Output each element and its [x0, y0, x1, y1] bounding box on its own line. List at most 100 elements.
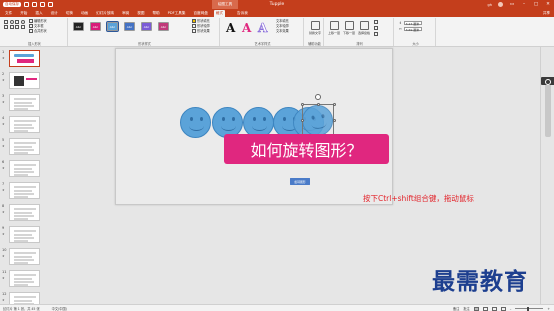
tell-me-search[interactable]: 告诉我	[237, 10, 248, 17]
slide-thumbnail-row[interactable]: 3 ★	[0, 93, 47, 115]
tab-3[interactable]: 设计	[49, 10, 60, 17]
autosave-toggle[interactable]: 自动保存	[3, 2, 21, 7]
slideshow-icon[interactable]	[48, 2, 53, 7]
tab-2[interactable]: 插入	[33, 10, 44, 17]
smiley-shape[interactable]	[180, 107, 211, 138]
slide-thumbnail-row[interactable]: 12 ★	[0, 291, 47, 304]
slide-thumbnail-row[interactable]: 5 ★	[0, 137, 47, 159]
side-panel-tab[interactable]	[541, 77, 554, 85]
redo-icon[interactable]	[40, 2, 45, 7]
ribbon-options-icon[interactable]: ▭	[509, 2, 515, 7]
send-backward-button[interactable]: 下移一层	[342, 21, 356, 35]
shape-style-swatch[interactable]: Abc	[106, 21, 119, 32]
maximize-button[interactable]: □	[533, 2, 539, 7]
tab-1[interactable]: 开始	[18, 10, 29, 17]
slide-thumbnail-row[interactable]: 7 ★	[0, 181, 47, 203]
rotate-icon[interactable]	[374, 32, 378, 36]
shape-effects-button[interactable]: 形状效果	[192, 29, 210, 34]
slide-thumbnail[interactable]	[9, 72, 40, 89]
tab-4[interactable]: 切换	[64, 10, 75, 17]
slide-thumbnail-row[interactable]: 2 ★	[0, 71, 47, 93]
slide-thumbnail[interactable]	[9, 270, 40, 287]
slide-number: 2	[2, 72, 5, 76]
slide-thumbnail[interactable]	[9, 182, 40, 199]
merge-shapes-button[interactable]: 合并形状	[29, 29, 47, 34]
shape-style-swatch[interactable]: Abc	[73, 22, 84, 31]
slide-thumbnail-row[interactable]: 4 ★	[0, 115, 47, 137]
resize-handle[interactable]	[332, 102, 336, 106]
wordart-style-black[interactable]: A	[226, 21, 235, 35]
language-indicator[interactable]: 中文(中国)	[52, 306, 67, 311]
tab-7[interactable]: 审阅	[120, 10, 131, 17]
tab-12[interactable]: 格式	[213, 10, 226, 17]
slideshow-view-icon[interactable]	[500, 306, 506, 311]
slide-thumbnail[interactable]	[9, 94, 40, 111]
slide-thumbnail[interactable]	[9, 204, 40, 221]
slide-thumbnail[interactable]	[9, 226, 40, 243]
selection-pane-button[interactable]: 选择窗格	[357, 21, 371, 35]
share-button[interactable]: 共享	[543, 10, 550, 17]
avatar[interactable]	[498, 2, 503, 7]
slide-thumbnail-row[interactable]: 8 ★	[0, 203, 47, 225]
reading-view-icon[interactable]	[491, 306, 497, 311]
alt-text-button[interactable]: 替换文字	[308, 21, 322, 35]
width-input[interactable]: 3.69 厘米	[403, 26, 422, 32]
tab-8[interactable]: 视图	[135, 10, 146, 17]
zoom-in-icon[interactable]: +	[547, 307, 550, 311]
user-name[interactable]: gh	[488, 3, 492, 7]
animation-star-icon: ★	[2, 232, 5, 236]
resize-handle[interactable]	[300, 102, 304, 106]
minimize-button[interactable]: –	[521, 2, 527, 7]
slide-thumbnail[interactable]	[9, 248, 40, 265]
slide-thumbnail-row[interactable]: 6 ★	[0, 159, 47, 181]
slide-thumbnail[interactable]	[9, 292, 40, 304]
height-input[interactable]: 3.27 厘米	[403, 20, 422, 26]
wordart-style-pink[interactable]: A	[242, 21, 251, 35]
shape-style-swatch[interactable]: Abc	[124, 22, 135, 31]
align-icon[interactable]	[374, 20, 378, 24]
slide-sorter-icon[interactable]	[482, 306, 488, 311]
slide-thumbnail-row[interactable]: 10 ★	[0, 247, 47, 269]
slide-thumbnail-row[interactable]: 1 ★	[0, 49, 47, 71]
wordart-style-outline[interactable]: A	[258, 21, 268, 36]
slide-small-label[interactable]: 旋转图形	[290, 178, 310, 185]
resize-handle[interactable]	[316, 102, 320, 106]
slide-thumbnail-row[interactable]: 9 ★	[0, 225, 47, 247]
zoom-slider[interactable]	[515, 306, 544, 311]
save-icon[interactable]	[24, 2, 29, 7]
shape-gallery[interactable]	[4, 20, 26, 29]
text-effects-button[interactable]: 文本效果	[276, 29, 289, 34]
slide-title-banner[interactable]: 如何旋转图形？	[224, 134, 389, 164]
tab-6[interactable]: 幻灯片放映	[94, 10, 116, 17]
bring-forward-button[interactable]: 上移一层	[327, 21, 341, 35]
vertical-scrollbar[interactable]	[540, 47, 554, 304]
shape-style-swatch[interactable]: Abc	[141, 22, 152, 31]
slide-thumbnail[interactable]	[9, 116, 40, 133]
slide-thumbnail-row[interactable]: 11 ★	[0, 269, 47, 291]
slide-thumbnail[interactable]	[9, 138, 40, 155]
notes-button[interactable]: 备注	[453, 306, 459, 311]
animation-star-icon: ★	[2, 144, 5, 148]
slide-thumbnail[interactable]	[9, 160, 40, 177]
normal-view-icon[interactable]	[473, 306, 479, 311]
zoom-out-icon[interactable]: –	[510, 307, 512, 311]
resize-handle[interactable]	[332, 118, 336, 122]
animation-star-icon: ★	[2, 122, 5, 126]
shape-style-swatch[interactable]: Abc	[90, 22, 101, 31]
scroll-thumb[interactable]	[545, 77, 551, 137]
resize-handle[interactable]	[300, 118, 304, 122]
tab-0[interactable]: 文件	[3, 10, 14, 17]
tab-5[interactable]: 动画	[79, 10, 90, 17]
shape-style-swatch[interactable]: Abc	[158, 22, 169, 31]
slide-number: 6	[2, 160, 5, 164]
rotate-handle[interactable]	[315, 94, 321, 100]
tab-10[interactable]: PDF工具集	[166, 10, 188, 17]
close-button[interactable]: ✕	[545, 2, 551, 7]
selection-box[interactable]	[302, 104, 334, 136]
comments-button[interactable]: 批注	[463, 306, 469, 311]
group-icon[interactable]	[374, 26, 378, 30]
tab-11[interactable]: 百度网盘	[191, 10, 209, 17]
slide-thumbnail[interactable]	[9, 50, 40, 67]
tab-9[interactable]: 帮助	[150, 10, 161, 17]
undo-icon[interactable]	[32, 2, 37, 7]
